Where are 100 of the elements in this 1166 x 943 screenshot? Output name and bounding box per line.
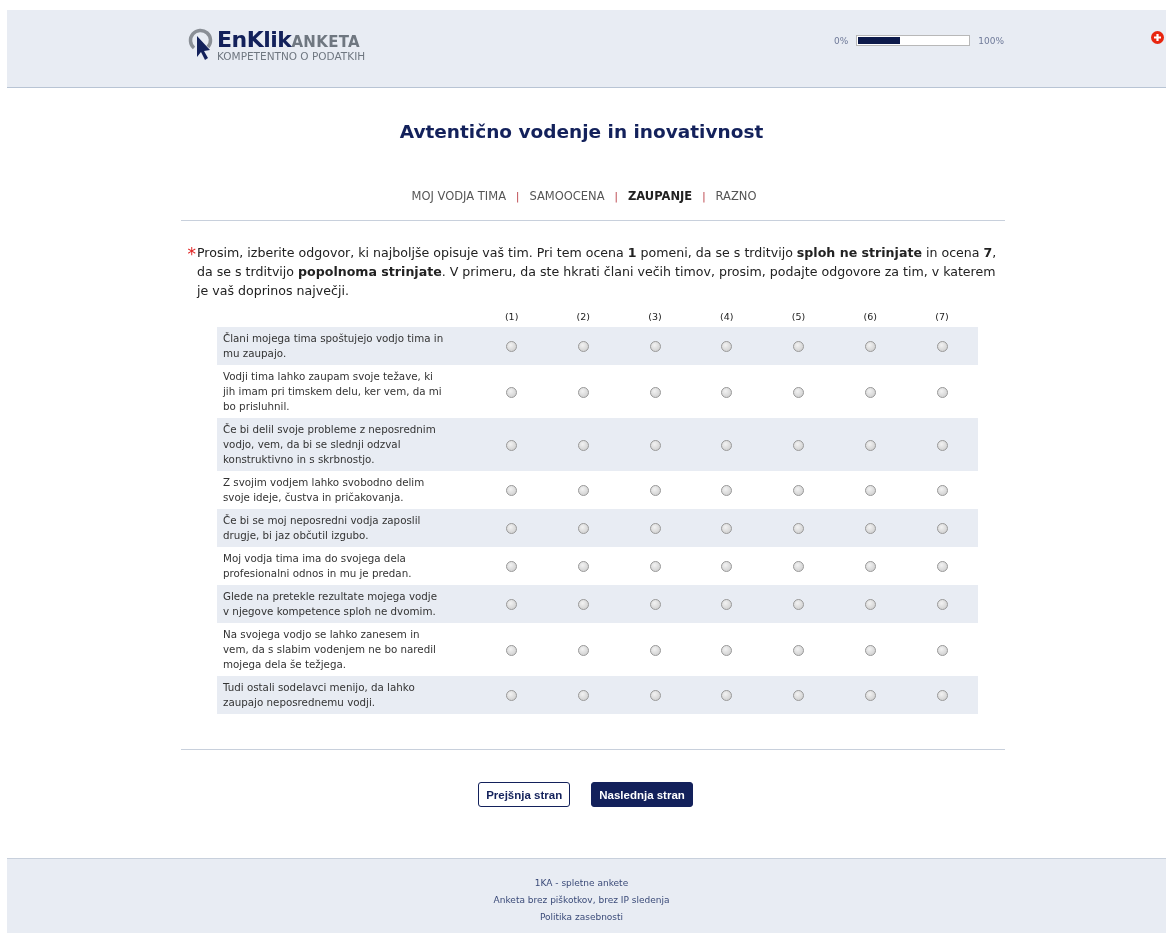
radio-button[interactable] xyxy=(864,644,876,656)
scale-label: (4) xyxy=(690,305,763,327)
page-tab[interactable]: RAZNO xyxy=(715,189,757,203)
nav-separator: | xyxy=(516,190,520,202)
radio-button[interactable] xyxy=(721,690,733,701)
radio-button[interactable] xyxy=(721,644,733,656)
radio-button[interactable] xyxy=(649,561,661,572)
statement-text: Člani mojega tima spoštujejo vodjo tima in mu zaupajo. xyxy=(217,327,476,365)
radio-button[interactable] xyxy=(864,523,876,534)
statement-text: Z svojim vodjem lahko svobodno delim svoje ideje, čustva in pričakovanja. xyxy=(217,471,476,509)
radio-button[interactable] xyxy=(936,341,948,352)
radio-button[interactable] xyxy=(864,561,876,572)
add-icon[interactable] xyxy=(1151,31,1164,44)
radio-button[interactable] xyxy=(506,599,518,610)
footer-text: 1KA - spletne ankete xyxy=(534,877,629,890)
radio-button[interactable] xyxy=(577,485,589,496)
radio-button[interactable] xyxy=(577,690,589,701)
radio-button[interactable] xyxy=(649,644,661,656)
radio-button[interactable] xyxy=(864,341,876,352)
radio-button[interactable] xyxy=(793,386,805,398)
radio-button[interactable] xyxy=(506,439,518,451)
scale-label: (3) xyxy=(619,305,691,327)
radio-button[interactable] xyxy=(864,439,876,451)
radio-button[interactable] xyxy=(721,485,733,496)
radio-button[interactable] xyxy=(864,485,876,496)
radio-button[interactable] xyxy=(864,599,876,610)
radio-button[interactable] xyxy=(649,485,661,496)
radio-button[interactable] xyxy=(936,599,948,610)
radio-button[interactable] xyxy=(649,341,661,352)
radio-button[interactable] xyxy=(577,386,589,398)
radio-button[interactable] xyxy=(793,523,805,534)
progress-end-label: 100% xyxy=(978,35,1004,46)
radio-button[interactable] xyxy=(721,341,733,352)
radio-button[interactable] xyxy=(577,439,589,451)
radio-button[interactable] xyxy=(936,386,948,398)
page-tab[interactable]: ZAUPANJE xyxy=(627,189,693,203)
scale-label: (5) xyxy=(762,305,835,327)
radio-button[interactable] xyxy=(721,599,733,610)
logo-brand: EnKlik xyxy=(217,27,292,52)
radio-button[interactable] xyxy=(649,523,661,534)
footer-text: Anketa brez piškotkov, brez IP sledenja xyxy=(493,894,670,907)
nav-separator: | xyxy=(614,190,618,202)
required-mark: * xyxy=(186,243,197,266)
statement-text: Tudi ostali sodelavci menijo, da lahko zaupajo neposrednemu vodji. xyxy=(217,676,476,714)
radio-button[interactable] xyxy=(506,386,518,398)
privacy-link[interactable]: Politika zasebnosti xyxy=(539,910,624,924)
radio-button[interactable] xyxy=(936,644,948,656)
scale-label: (1) xyxy=(475,305,548,327)
progress-start-label: 0% xyxy=(834,35,849,46)
page-tab[interactable]: MOJ VODJA TIMA xyxy=(411,189,506,203)
radio-button[interactable] xyxy=(721,561,733,572)
radio-button[interactable] xyxy=(577,599,589,610)
radio-button[interactable] xyxy=(936,485,948,496)
radio-button[interactable] xyxy=(506,485,518,496)
radio-button[interactable] xyxy=(936,523,948,534)
radio-button[interactable] xyxy=(793,341,805,352)
radio-button[interactable] xyxy=(649,439,661,451)
radio-button[interactable] xyxy=(506,523,518,534)
statement-text: Če bi se moj neposredni vodja zaposlil drugje, bi jaz občutil izgubo. xyxy=(217,509,476,547)
radio-button[interactable] xyxy=(577,644,589,656)
scale-label: (6) xyxy=(834,305,907,327)
statement-text: Moj vodja tima ima do svojega dela profesionalni odnos in mu je predan. xyxy=(217,547,476,585)
page-tab[interactable]: SAMOOCENA xyxy=(529,189,605,203)
radio-button[interactable] xyxy=(721,439,733,451)
statement-text: Vodji tima lahko zaupam svoje težave, ki jih imam pri timskem delu, ker vem, da mi bo prisluhnil. xyxy=(217,365,476,418)
radio-button[interactable] xyxy=(793,439,805,451)
radio-button[interactable] xyxy=(577,341,589,352)
question-text: Prosim, izberite odgovor, ki najboljše opisuje vaš tim. Pri tem ocena 1 pomeni, da se s trditvijo sploh ne strinjate in ocena 7, da se s trditvijo popolnoma strinjate. V primeru, da ste hkrati člani večih timov, prosim, podajte odgovore za tim, v katerem je vaš doprinos največji. xyxy=(197,244,998,300)
logo-suffix: ANKETA xyxy=(291,33,360,51)
radio-button[interactable] xyxy=(577,561,589,572)
radio-button[interactable] xyxy=(793,599,805,610)
logo-tagline: KOMPETENTNO O PODATKIH xyxy=(217,50,366,62)
radio-button[interactable] xyxy=(793,485,805,496)
survey-title: Avtentično vodenje in inovativnost xyxy=(398,121,765,142)
radio-button[interactable] xyxy=(577,523,589,534)
radio-button[interactable] xyxy=(864,386,876,398)
radio-button[interactable] xyxy=(793,644,805,656)
radio-button[interactable] xyxy=(506,690,518,701)
radio-button[interactable] xyxy=(936,561,948,572)
radio-button[interactable] xyxy=(721,523,733,534)
next-page-button[interactable]: Naslednja stran xyxy=(591,782,693,807)
scale-label: (2) xyxy=(547,305,620,327)
radio-button[interactable] xyxy=(793,690,805,701)
radio-button[interactable] xyxy=(936,690,948,701)
statement-text: Glede na pretekle rezultate mojega vodje v njegove kompetence sploh ne dvomim. xyxy=(217,585,476,623)
scale-label: (7) xyxy=(906,305,978,327)
radio-button[interactable] xyxy=(506,341,518,352)
nav-separator: | xyxy=(702,190,706,202)
radio-button[interactable] xyxy=(506,561,518,572)
statement-text: Na svojega vodjo se lahko zanesem in vem, da s slabim vodenjem ne bo naredil mojega dela še težjega. xyxy=(217,623,476,676)
radio-button[interactable] xyxy=(864,690,876,701)
radio-button[interactable] xyxy=(506,644,518,656)
statement-text: Če bi delil svoje probleme z neposrednim vodjo, vem, da bi se slednji odzval konstruktivno in s skrbnostjo. xyxy=(217,418,476,471)
radio-button[interactable] xyxy=(649,599,661,610)
radio-button[interactable] xyxy=(793,561,805,572)
radio-button[interactable] xyxy=(649,386,661,398)
radio-button[interactable] xyxy=(649,690,661,701)
previous-page-button[interactable]: Prejšnja stran xyxy=(478,782,571,807)
radio-button[interactable] xyxy=(936,439,948,451)
radio-button[interactable] xyxy=(721,386,733,398)
